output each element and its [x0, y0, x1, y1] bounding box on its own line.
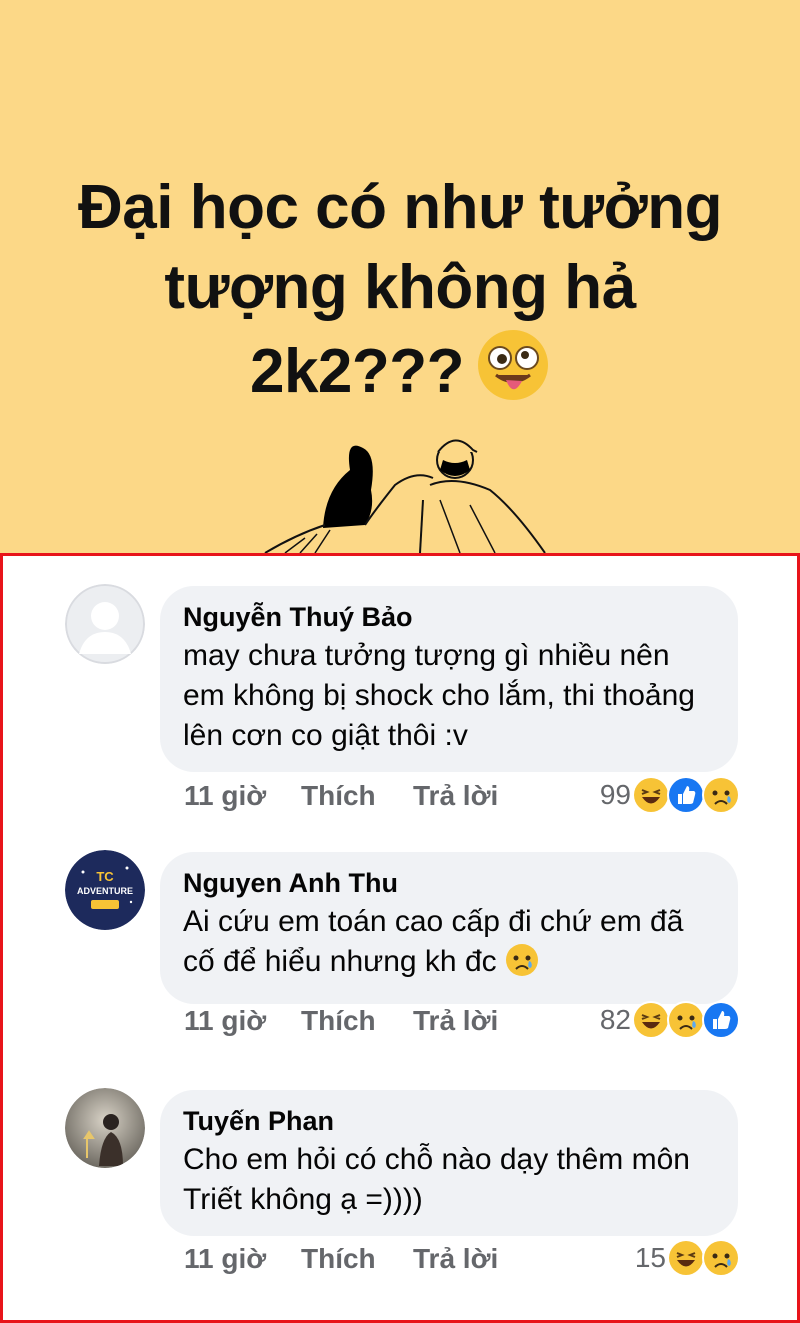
comment-text: may chưa tưởng tượng gì nhiều nên em khô…	[183, 639, 695, 752]
like-button[interactable]: Thích	[301, 1005, 376, 1037]
like-icon	[702, 1001, 740, 1039]
reaction-count: 15	[634, 1242, 666, 1273]
reply-button[interactable]: Trả lời	[413, 1243, 498, 1275]
comment-meta: 11 giờ Thích Trả lời 82	[184, 1001, 740, 1045]
comment-author[interactable]: Nguyen Anh Thu	[183, 866, 714, 900]
haha-icon	[632, 776, 670, 814]
avatar-text-tc: TC	[96, 869, 114, 884]
sad-icon	[667, 1001, 705, 1039]
couple-illustration	[264, 439, 546, 553]
reply-button[interactable]: Trả lời	[413, 1005, 498, 1037]
comment-text-wrap: Ai cứu em toán cao cấp đi chứ em đã cố đ…	[183, 902, 714, 988]
like-icon	[667, 776, 705, 814]
comment-author[interactable]: Nguyễn Thuý Bảo	[183, 600, 714, 634]
comment-bubble: Nguyễn Thuý Bảo may chưa tưởng tượng gì …	[160, 586, 738, 772]
like-button[interactable]: Thích	[301, 1243, 376, 1275]
haha-icon	[632, 1001, 670, 1039]
banner-line: tượng không hả	[164, 253, 636, 322]
reaction-count: 82	[599, 1004, 631, 1035]
zany-face-icon	[476, 328, 550, 422]
reaction-summary[interactable]: 15	[635, 1239, 740, 1277]
avatar-tc-adventure[interactable]: TC ADVENTURE	[65, 850, 145, 930]
post-image-banner: Đại học có như tưởng tượng không hả 2k2?…	[0, 0, 800, 553]
avatar-default[interactable]	[65, 584, 145, 664]
reaction-summary[interactable]: 82	[600, 1001, 740, 1039]
reaction-count: 99	[599, 779, 631, 810]
sad-icon	[702, 1239, 740, 1277]
comment-time[interactable]: 11 giờ	[184, 1243, 266, 1275]
comment-meta: 11 giờ Thích Trả lời 99	[184, 776, 740, 820]
avatar-text-adventure: ADVENTURE	[77, 886, 133, 896]
banner-line: Đại học có như tưởng	[78, 173, 722, 242]
like-button[interactable]: Thích	[301, 780, 376, 812]
comment-bubble: Tuyến Phan Cho em hỏi có chỗ nào dạy thê…	[160, 1090, 738, 1236]
comment-text: Cho em hỏi có chỗ nào dạy thêm môn Triết…	[183, 1143, 690, 1216]
crying-face-icon	[505, 943, 539, 988]
comments-highlight-frame: Nguyễn Thuý Bảo may chưa tưởng tượng gì …	[0, 553, 800, 1323]
comment-time[interactable]: 11 giờ	[184, 1005, 266, 1037]
reaction-summary[interactable]: 99	[600, 776, 740, 814]
comment-author[interactable]: Tuyến Phan	[183, 1104, 714, 1138]
comment-bubble: Nguyen Anh Thu Ai cứu em toán cao cấp đi…	[160, 852, 738, 1004]
reply-button[interactable]: Trả lời	[413, 780, 498, 812]
comment-time[interactable]: 11 giờ	[184, 780, 266, 812]
banner-line: 2k2???	[249, 337, 465, 406]
haha-icon	[667, 1239, 705, 1277]
comment-text: Ai cứu em toán cao cấp đi chứ em đã cố đ…	[183, 905, 684, 978]
comment-meta: 11 giờ Thích Trả lời 15	[184, 1239, 740, 1283]
banner-title: Đại học có như tưởng tượng không hả 2k2?…	[0, 168, 800, 422]
avatar-photo[interactable]	[65, 1088, 145, 1168]
banner-line-with-emoji: 2k2???	[0, 328, 800, 422]
sad-icon	[702, 776, 740, 814]
